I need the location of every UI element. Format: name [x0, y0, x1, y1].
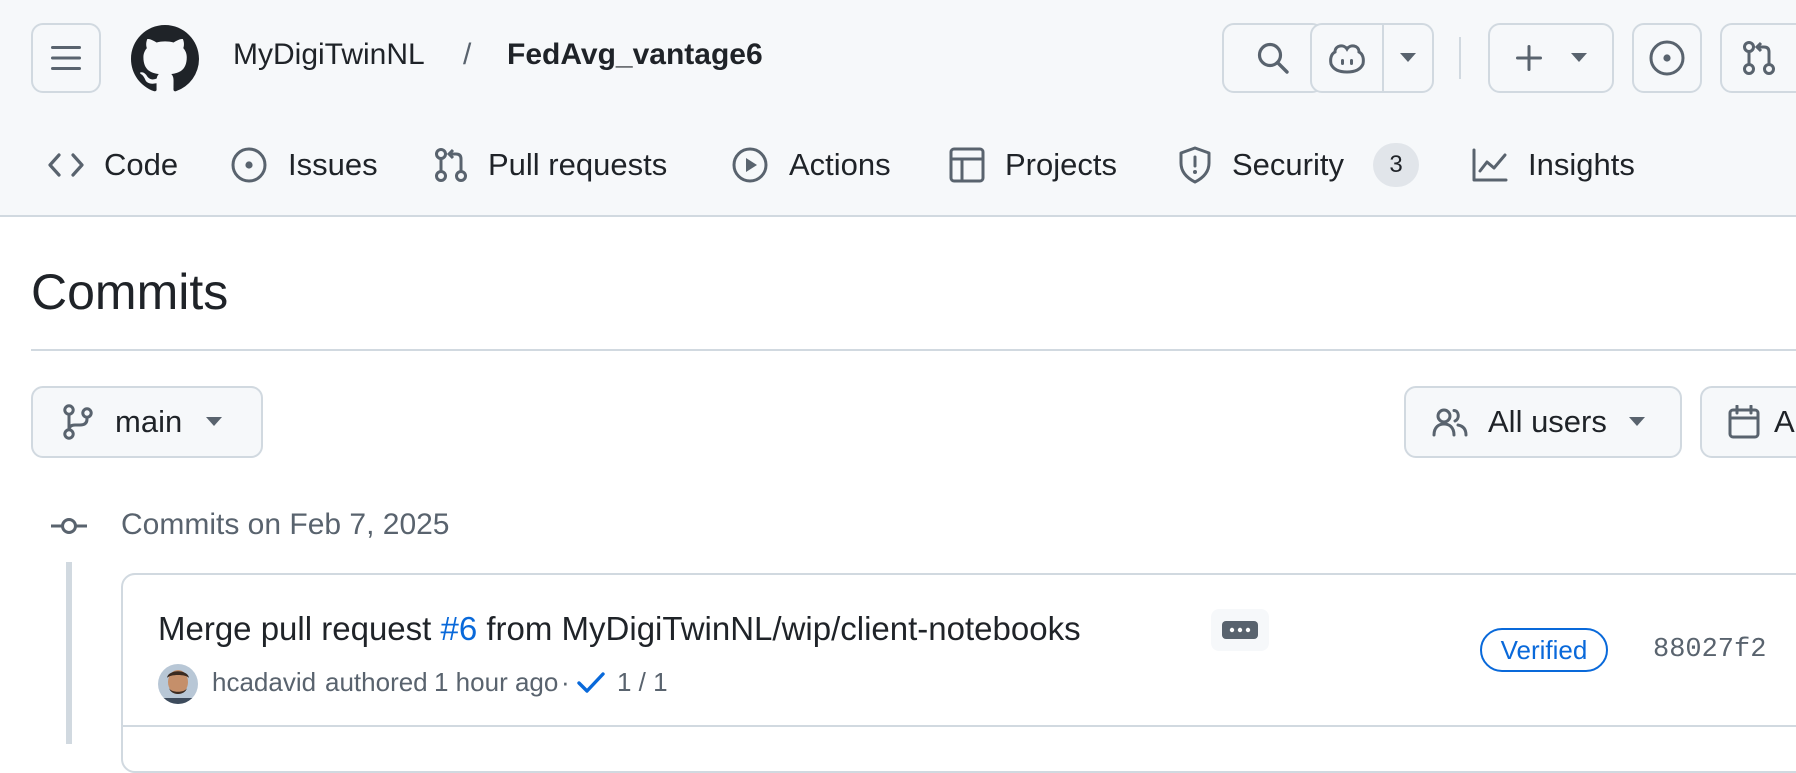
tab-label: Security [1232, 147, 1344, 182]
branch-name: main [115, 404, 183, 439]
hamburger-icon [51, 46, 81, 70]
meta-separator: · [561, 667, 570, 697]
search-icon [1257, 42, 1289, 74]
triangle-down-icon [1628, 417, 1645, 426]
code-icon [48, 153, 84, 177]
tab-label: Code [104, 147, 179, 182]
triangle-down-icon [1571, 53, 1587, 62]
graph-icon [1472, 148, 1508, 182]
github-logo-icon[interactable] [131, 25, 199, 93]
triangle-down-icon [206, 417, 223, 426]
tab-issues[interactable]: Issues [230, 142, 378, 188]
ellipsis-icon [1222, 621, 1258, 639]
breadcrumb-separator: / [463, 38, 472, 71]
repo-name-link[interactable]: FedAvg_vantage6 [507, 38, 763, 72]
tab-code[interactable]: Code [48, 142, 178, 188]
issue-opened-icon [231, 147, 267, 183]
users-filter-label: All users [1488, 404, 1607, 439]
tab-actions[interactable]: Actions [731, 142, 891, 188]
tab-label: Projects [1005, 147, 1117, 182]
commit-sha[interactable]: 88027f2 [1653, 635, 1766, 665]
title-divider [31, 349, 1796, 351]
checks-status[interactable]: 1 / 1 [617, 667, 668, 698]
users-filter-button[interactable]: All users [1404, 386, 1682, 458]
header-divider [1459, 37, 1461, 79]
tab-pull-requests[interactable]: Pull requests [434, 142, 667, 188]
expand-commit-message-button[interactable] [1211, 609, 1269, 651]
commit-title-prefix[interactable]: Merge pull request [158, 610, 440, 647]
play-icon [732, 147, 768, 183]
check-icon[interactable] [577, 671, 605, 693]
commit-row-divider [123, 725, 1796, 727]
security-counter: 3 [1373, 143, 1419, 187]
git-branch-icon [63, 404, 93, 440]
date-filter-button[interactable]: A [1700, 386, 1796, 458]
page-title: Commits [31, 264, 229, 320]
copilot-button[interactable] [1310, 23, 1434, 93]
tab-insights[interactable]: Insights [1472, 142, 1635, 188]
tab-label: Issues [288, 147, 378, 182]
avatar[interactable] [158, 664, 198, 704]
commit-time[interactable]: 1 hour ago [434, 667, 558, 698]
date-filter-label: A [1774, 404, 1795, 439]
tab-label: Actions [789, 147, 891, 182]
commit-author[interactable]: hcadavid [212, 667, 316, 698]
calendar-icon [1728, 405, 1760, 439]
plus-icon [1516, 45, 1542, 71]
commit-group-heading: Commits on Feb 7, 2025 [121, 508, 450, 541]
commit-authored-label: authored [325, 667, 428, 697]
tab-security[interactable]: Security [1178, 142, 1344, 188]
people-icon [1432, 408, 1468, 437]
commit-title-suffix[interactable]: from MyDigiTwinNL/wip/client-notebooks [477, 610, 1080, 647]
git-pull-request-icon [1743, 41, 1775, 75]
create-new-button[interactable] [1488, 23, 1614, 93]
table-icon [949, 147, 985, 183]
git-commit-icon [51, 518, 87, 534]
tab-label: Insights [1528, 147, 1635, 182]
repo-owner-link[interactable]: MyDigiTwinNL [233, 38, 425, 72]
triangle-down-icon [1400, 53, 1416, 62]
commit-title[interactable]: Merge pull request #6 from MyDigiTwinNL/… [158, 610, 1081, 648]
issue-opened-icon [1649, 40, 1685, 76]
search-button[interactable] [1222, 23, 1324, 93]
copilot-icon [1329, 44, 1365, 74]
timeline-line [66, 562, 72, 744]
your-issues-button[interactable] [1632, 23, 1702, 93]
shield-icon [1179, 146, 1211, 184]
pull-request-link[interactable]: #6 [440, 610, 477, 647]
your-pull-requests-button[interactable] [1720, 23, 1796, 93]
git-pull-request-icon [435, 148, 467, 182]
tab-label: Pull requests [488, 147, 668, 182]
verified-badge[interactable]: Verified [1480, 628, 1608, 672]
repo-header: MyDigiTwinNL / FedAvg_vantage6 Code Issu… [0, 0, 1796, 217]
tab-projects[interactable]: Projects [949, 142, 1117, 188]
menu-button[interactable] [31, 23, 101, 93]
branch-selector-button[interactable]: main [31, 386, 263, 458]
